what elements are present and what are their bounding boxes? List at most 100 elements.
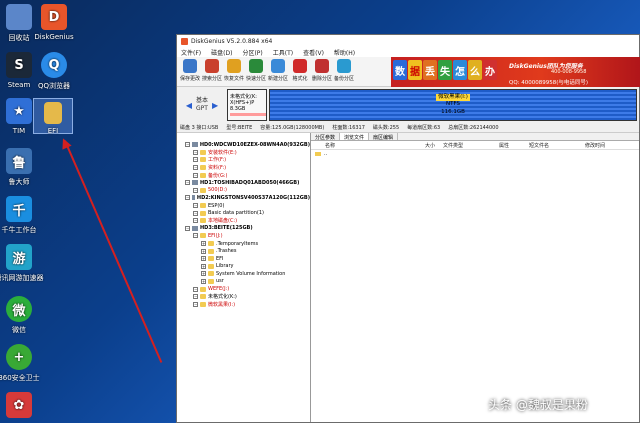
title-bar: DiskGenius V5.2.0.884 x64 bbox=[177, 35, 639, 47]
desktop-icon-tencent-accelerator[interactable]: 游 腾讯网游加速器 bbox=[0, 244, 47, 283]
quick-partition-button[interactable]: 快速分区 bbox=[246, 59, 266, 82]
format-button[interactable]: 格式化 bbox=[290, 59, 310, 82]
qianniu-icon: 千 bbox=[6, 196, 32, 222]
tree-folder-node[interactable]: + Library bbox=[177, 263, 310, 271]
desktop-icon-efi[interactable]: EFI bbox=[33, 98, 73, 135]
backup-partition-button[interactable]: 备份分区 bbox=[334, 59, 354, 82]
partition-size: 116.1GB bbox=[441, 108, 465, 115]
tree-partition-node[interactable]: − WEFE(J:) bbox=[177, 285, 310, 293]
disk-icon bbox=[192, 225, 198, 231]
tree-partition-node[interactable]: − 工作(F:) bbox=[177, 156, 310, 164]
wechat-icon: 微 bbox=[6, 296, 32, 322]
desktop-icon-label: 千牛工作台 bbox=[1, 226, 37, 234]
column-attr[interactable]: 属性 bbox=[499, 142, 529, 149]
prev-disk-icon[interactable]: ◀ bbox=[186, 101, 192, 110]
expand-icon[interactable]: − bbox=[193, 149, 198, 155]
tab-partition-params[interactable]: 分区参数 bbox=[311, 133, 341, 141]
banner-phone: 400-008-9958 bbox=[551, 69, 587, 75]
desktop-icon-wechat[interactable]: 微 微信 bbox=[0, 296, 47, 335]
tree-label: HD3:BEITE(125GB) bbox=[200, 225, 253, 232]
desktop-icon-ludashi[interactable]: 鲁 鲁大师 bbox=[0, 148, 47, 187]
expand-icon[interactable]: + bbox=[201, 278, 206, 284]
expand-icon[interactable]: − bbox=[193, 187, 198, 193]
column-modified[interactable]: 修改时间 bbox=[585, 142, 635, 149]
tree-folder-node[interactable]: + EFI bbox=[177, 255, 310, 263]
expand-icon[interactable]: + bbox=[201, 241, 206, 247]
menu-help[interactable]: 帮助(H) bbox=[334, 48, 355, 57]
tree-partition-node[interactable]: − 安装软件(E:) bbox=[177, 149, 310, 157]
tree-label: Basic data partition(1) bbox=[208, 210, 264, 217]
folder-icon bbox=[208, 271, 214, 277]
tree-partition-node[interactable]: − EFI(J:) bbox=[177, 232, 310, 240]
ad-banner[interactable]: 数 据 丢 失 怎 么 办 DiskGenius团队为您服务 400-008-9… bbox=[391, 57, 640, 87]
tree-folder-node[interactable]: + System Volume Information bbox=[177, 270, 310, 278]
menu-file[interactable]: 文件(F) bbox=[181, 48, 201, 57]
expand-icon[interactable]: + bbox=[201, 248, 206, 254]
save-changes-button[interactable]: 保存更改 bbox=[180, 59, 200, 82]
tree-label: 安装软件(E:) bbox=[208, 149, 237, 156]
tree-partition-node[interactable]: − 500(D:) bbox=[177, 187, 310, 195]
disk-info-bar: 磁盘 3 接口:USB 型号:BEITE 容量:125.0GB(128000MB… bbox=[177, 123, 639, 133]
desktop-icon-diskgenius[interactable]: D DiskGenius bbox=[26, 4, 82, 41]
tree-label: System Volume Information bbox=[216, 270, 286, 277]
expand-icon[interactable]: − bbox=[185, 225, 190, 231]
search-partition-button[interactable]: 搜索分区 bbox=[202, 59, 222, 82]
toolbar-label: 删除分区 bbox=[312, 76, 333, 82]
disk-heads: 磁头数:255 bbox=[372, 125, 400, 131]
tab-sector-edit[interactable]: 扇区编辑 bbox=[369, 133, 399, 141]
tree-disk-node[interactable]: − HD0:WDCWD10EZEX-08WN4A0(932GB) bbox=[177, 141, 310, 149]
expand-icon[interactable]: − bbox=[193, 210, 198, 216]
column-type[interactable]: 文件类型 bbox=[443, 142, 499, 149]
partition-block-k[interactable]: 未格式化(K: X(HFS+)P 8.3GB bbox=[227, 89, 267, 121]
tree-disk-node[interactable]: − HD1:TOSHIBADQ01ABD050(466GB) bbox=[177, 179, 310, 187]
tree-partition-node[interactable]: − Basic data partition(1) bbox=[177, 209, 310, 217]
column-shortname[interactable]: 短文件名 bbox=[529, 142, 585, 149]
delete-partition-button[interactable]: 删除分区 bbox=[312, 59, 332, 82]
expand-icon[interactable]: − bbox=[193, 172, 198, 178]
accelerator-icon: 游 bbox=[6, 244, 32, 270]
desktop-icon-qq-browser[interactable]: Q QQ浏览器 bbox=[26, 52, 82, 91]
desktop-icon-qianniu[interactable]: 千 千牛工作台 bbox=[0, 196, 47, 235]
tree-folder-node[interactable]: + usr bbox=[177, 278, 310, 286]
expand-icon[interactable]: − bbox=[193, 294, 198, 300]
desktop-icon-app[interactable]: ✿ bbox=[0, 392, 47, 421]
expand-icon[interactable]: − bbox=[193, 286, 198, 292]
tree-partition-node[interactable]: − ESP(0) bbox=[177, 202, 310, 210]
tree-partition-node[interactable]: − 本地磁盘(C:) bbox=[177, 217, 310, 225]
expand-icon[interactable]: − bbox=[193, 233, 198, 239]
expand-icon[interactable]: − bbox=[193, 157, 198, 163]
tree-folder-node[interactable]: + .Trashes bbox=[177, 247, 310, 255]
menu-view[interactable]: 查看(V) bbox=[303, 48, 324, 57]
expand-icon[interactable]: − bbox=[193, 165, 198, 171]
tab-browse-files[interactable]: 浏览文件 bbox=[340, 133, 370, 141]
file-row[interactable]: .. bbox=[311, 150, 639, 158]
next-disk-icon[interactable]: ▶ bbox=[212, 101, 218, 110]
desktop-icon-360[interactable]: + 360安全卫士 bbox=[0, 344, 47, 383]
column-size[interactable]: 大小 bbox=[425, 142, 443, 149]
expand-icon[interactable]: − bbox=[185, 180, 190, 186]
recover-files-button[interactable]: 恢复文件 bbox=[224, 59, 244, 82]
expand-icon[interactable]: − bbox=[185, 142, 190, 148]
expand-icon[interactable]: − bbox=[193, 301, 198, 307]
banner-char: 怎 bbox=[453, 60, 467, 80]
tree-partition-node[interactable]: − 备份(G:) bbox=[177, 171, 310, 179]
expand-icon[interactable]: + bbox=[201, 271, 206, 277]
tree-disk-node[interactable]: − HD2:KINGSTONSV400S37A120G(112GB) bbox=[177, 194, 310, 202]
new-partition-button[interactable]: 新建分区 bbox=[268, 59, 288, 82]
expand-icon[interactable]: + bbox=[201, 256, 206, 262]
tree-partition-node[interactable]: − 未格式化(K:) bbox=[177, 293, 310, 301]
expand-icon[interactable]: − bbox=[193, 218, 198, 224]
expand-icon[interactable]: + bbox=[201, 263, 206, 269]
tree-partition-node[interactable]: − 微软黑果(I:) bbox=[177, 300, 310, 308]
partition-block-i[interactable]: 微软黑果(I:) NTFS 116.1GB bbox=[269, 89, 637, 121]
expand-icon[interactable]: − bbox=[185, 195, 190, 201]
tree-disk-node[interactable]: − HD3:BEITE(125GB) bbox=[177, 225, 310, 233]
folder-icon bbox=[200, 172, 206, 178]
menu-disk[interactable]: 磁盘(D) bbox=[211, 48, 232, 57]
column-name[interactable]: 名称 bbox=[325, 142, 425, 149]
tree-folder-node[interactable]: + .TemporaryItems bbox=[177, 240, 310, 248]
menu-tools[interactable]: 工具(T) bbox=[273, 48, 293, 57]
expand-icon[interactable]: − bbox=[193, 203, 198, 209]
tree-partition-node[interactable]: − 资料(F:) bbox=[177, 164, 310, 172]
menu-partition[interactable]: 分区(P) bbox=[242, 48, 262, 57]
